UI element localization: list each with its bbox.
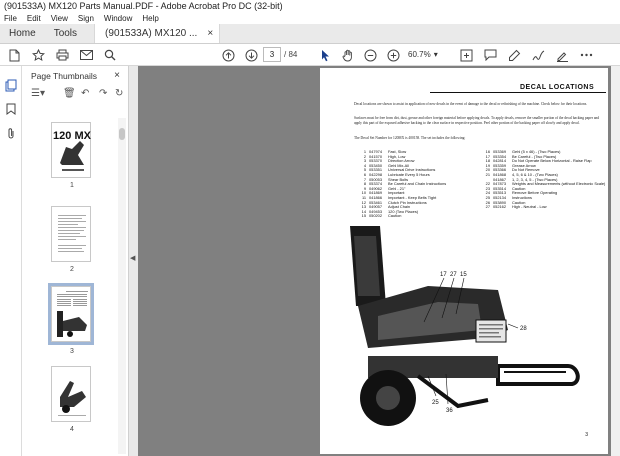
instructions-paragraph: Surfaces must be free from dirt, dust, g… bbox=[354, 116, 600, 125]
callout-label: 17 bbox=[440, 272, 447, 278]
thumbnails-panel: Page Thumbnails × ☰▾ 🗑 ↶ ↷ ↻ 120 MX 1 2 bbox=[23, 66, 129, 456]
zoom-value: 60.7% bbox=[408, 50, 431, 59]
intro-paragraph: Decal locations are shown to assist in a… bbox=[354, 102, 588, 106]
page-heading: DECAL LOCATIONS bbox=[520, 84, 595, 91]
page-number-input[interactable]: 3 bbox=[263, 47, 281, 62]
page-total: / 84 bbox=[284, 50, 298, 59]
create-pdf-icon[interactable] bbox=[6, 47, 22, 63]
navigation-rail bbox=[0, 66, 22, 456]
decal-number: 15 bbox=[361, 213, 366, 219]
page-thumbnails-icon[interactable] bbox=[4, 78, 18, 92]
thumbnail-cover-title: 120 MX bbox=[53, 130, 92, 142]
tab-close-icon[interactable]: × bbox=[207, 24, 213, 43]
thumbnail-label: 2 bbox=[70, 266, 74, 273]
thumbnail-page-2[interactable] bbox=[51, 206, 91, 262]
callout-label: 28 bbox=[520, 326, 527, 332]
collapse-arrow-icon: ◀ bbox=[130, 255, 136, 262]
callout-label: 25 bbox=[432, 400, 439, 406]
menu-edit[interactable]: Edit bbox=[27, 13, 41, 24]
thumbnail-label: 3 bbox=[70, 348, 74, 355]
tab-home[interactable]: Home bbox=[0, 24, 45, 43]
callout-label: 15 bbox=[460, 272, 467, 278]
fit-page-icon[interactable] bbox=[458, 47, 474, 63]
close-panel-icon[interactable]: × bbox=[114, 66, 120, 86]
heading-rule bbox=[430, 92, 606, 93]
menu-file[interactable]: File bbox=[4, 13, 17, 24]
sign-icon[interactable] bbox=[554, 47, 570, 63]
decal-row: 15 050202 Caution bbox=[356, 214, 446, 219]
thumbnail-page-3[interactable] bbox=[48, 283, 94, 345]
search-icon[interactable] bbox=[102, 47, 118, 63]
highlight-pen-icon[interactable] bbox=[506, 47, 522, 63]
decal-part: 050202 bbox=[369, 213, 382, 219]
draw-icon[interactable] bbox=[530, 47, 546, 63]
window-title: (901533A) MX120 Parts Manual.PDF - Adobe… bbox=[0, 0, 620, 13]
machine-photo: 17 27 15 28 25 36 bbox=[348, 226, 584, 431]
previous-page-icon[interactable] bbox=[220, 47, 236, 63]
thumbnail-label: 1 bbox=[70, 182, 74, 189]
print-icon[interactable] bbox=[54, 47, 70, 63]
decal-part: 052162 bbox=[493, 204, 506, 210]
rotate-icon[interactable]: ↻ bbox=[115, 88, 123, 99]
document-scrollbar[interactable] bbox=[611, 66, 620, 456]
email-icon[interactable] bbox=[78, 47, 94, 63]
decal-list-right: 16 053369 Gehl (5 x 46) - (Two Places) 17 05… bbox=[480, 149, 606, 210]
thumbnail-label: 4 bbox=[70, 426, 74, 433]
undo-icon[interactable]: ↶ bbox=[81, 88, 89, 99]
callout-label: 36 bbox=[446, 408, 453, 414]
pdf-page: DECAL LOCATIONS Decal locations are show… bbox=[320, 68, 608, 454]
thumbnails-toolbar: ☰▾ 🗑 ↶ ↷ ↻ bbox=[23, 86, 128, 104]
thumbnail-options-icon[interactable]: ☰▾ bbox=[31, 88, 45, 99]
decal-row: 27 052162 High - Neutral - Low bbox=[480, 204, 605, 210]
document-viewer[interactable]: DECAL LOCATIONS Decal locations are show… bbox=[138, 66, 620, 456]
thumbnails-scrollbar[interactable] bbox=[118, 118, 126, 454]
tab-bar: Home Tools (901533A) MX120 ... × bbox=[0, 24, 620, 44]
decal-set-paragraph: The Decal Set Number for 120MX is 400158… bbox=[354, 136, 466, 140]
panel-collapse-handle[interactable]: ◀ bbox=[129, 66, 138, 456]
tab-document[interactable]: (901533A) MX120 ... × bbox=[94, 24, 221, 43]
zoom-select[interactable]: 60.7% ▾ bbox=[408, 47, 444, 62]
more-tools-icon[interactable] bbox=[578, 47, 594, 63]
tab-tools[interactable]: Tools bbox=[45, 24, 86, 43]
zoom-out-icon[interactable] bbox=[362, 47, 378, 63]
hand-tool-icon[interactable] bbox=[340, 47, 356, 63]
next-page-icon[interactable] bbox=[243, 47, 259, 63]
menu-sign[interactable]: Sign bbox=[78, 13, 94, 24]
thumbnail-page-1[interactable]: 120 MX bbox=[51, 122, 92, 178]
menu-help[interactable]: Help bbox=[142, 13, 158, 24]
zoom-in-icon[interactable] bbox=[385, 47, 401, 63]
attachments-icon[interactable] bbox=[4, 126, 18, 140]
decal-number: 27 bbox=[485, 204, 490, 210]
thumbnails-title: Page Thumbnails bbox=[31, 71, 97, 81]
decal-description: Caution bbox=[388, 213, 402, 219]
menu-window[interactable]: Window bbox=[104, 13, 132, 24]
tab-document-label: (901533A) MX120 ... bbox=[105, 28, 198, 39]
scrollbar-thumb[interactable] bbox=[119, 128, 125, 140]
bookmark-star-icon[interactable] bbox=[30, 47, 46, 63]
main-toolbar: 3 / 84 60.7% ▾ bbox=[0, 44, 620, 66]
thumbnail-page-4[interactable] bbox=[51, 366, 91, 422]
bookmarks-icon[interactable] bbox=[4, 102, 18, 116]
thumbnails-header: Page Thumbnails × bbox=[23, 66, 128, 86]
callout-label: 27 bbox=[450, 272, 457, 278]
decal-description: High - Neutral - Low bbox=[512, 204, 547, 210]
decal-description: Weights and Measurements (without Electr… bbox=[512, 181, 606, 187]
printed-page-number: 3 bbox=[585, 432, 588, 438]
delete-icon[interactable]: 🗑 bbox=[63, 88, 76, 99]
decal-number: 21 bbox=[485, 171, 490, 177]
menu-view[interactable]: View bbox=[51, 13, 68, 24]
select-cursor-icon[interactable] bbox=[318, 47, 334, 63]
comment-icon[interactable] bbox=[482, 47, 498, 63]
menu-bar: File Edit View Sign Window Help bbox=[0, 13, 620, 24]
chevron-down-icon: ▾ bbox=[433, 50, 438, 59]
decal-list-left: 1 047974 Fast, Slow 2 041570 High, Low 3 053370… bbox=[356, 149, 447, 219]
redo-icon[interactable]: ↷ bbox=[99, 88, 107, 99]
